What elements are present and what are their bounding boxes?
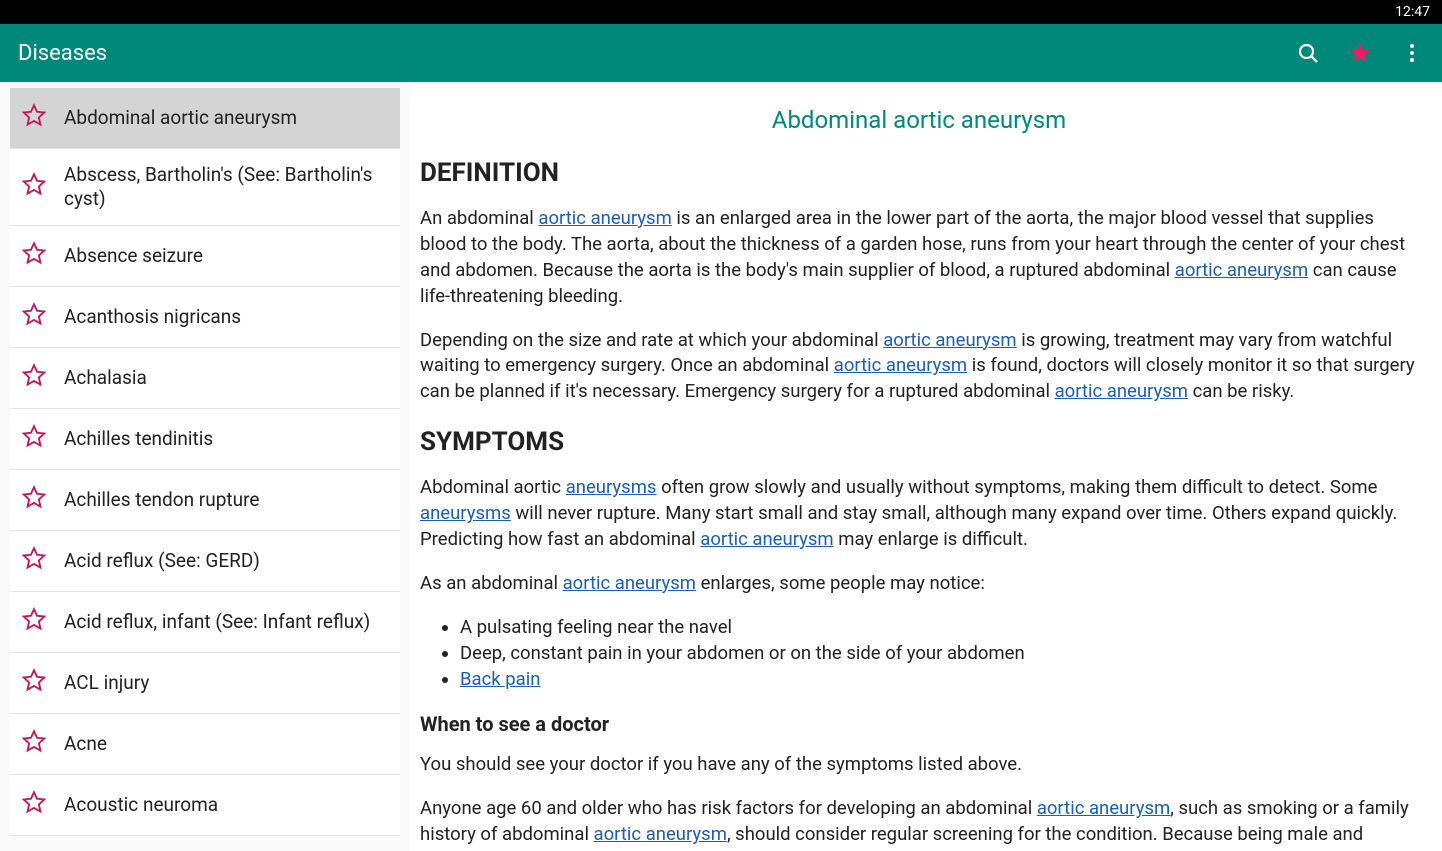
disease-list[interactable]: Abdominal aortic aneurysm Abscess, Bartho…: [0, 82, 410, 851]
more-vert-icon[interactable]: [1400, 41, 1424, 65]
sidebar-item-disease[interactable]: Acoustic neuroma: [10, 775, 400, 836]
star-outline-icon[interactable]: [20, 171, 64, 203]
sidebar-item-disease[interactable]: Acid reflux (See: GERD): [10, 531, 400, 592]
disease-label: Achilles tendon rupture: [64, 488, 259, 512]
list-item: A pulsating feeling near the navel: [460, 615, 1418, 641]
definition-para-1: An abdominal aortic aneurysm is an enlar…: [420, 206, 1418, 310]
star-outline-icon[interactable]: [20, 484, 64, 516]
link-aortic-aneurysm[interactable]: aortic aneurysm: [700, 528, 833, 550]
link-aortic-aneurysm[interactable]: aortic aneurysm: [594, 823, 727, 845]
sidebar-item-disease[interactable]: Abscess, Bartholin's (See: Bartholin's c…: [10, 149, 400, 226]
list-item: Back pain: [460, 667, 1418, 693]
sidebar-item-disease[interactable]: Absence seizure: [10, 226, 400, 287]
symptoms-para-1: Abdominal aortic aneurysms often grow sl…: [420, 475, 1418, 553]
link-aortic-aneurysm[interactable]: aortic aneurysm: [834, 354, 967, 376]
link-aortic-aneurysm[interactable]: aortic aneurysm: [563, 572, 696, 594]
star-outline-icon[interactable]: [20, 102, 64, 134]
heading-definition: DEFINITION: [420, 158, 1418, 188]
disease-label: Abscess, Bartholin's (See: Bartholin's c…: [64, 163, 390, 211]
sidebar-item-disease[interactable]: Abdominal aortic aneurysm: [10, 88, 400, 149]
main: Abdominal aortic aneurysm Abscess, Bartho…: [0, 82, 1442, 851]
app-bar: Diseases: [0, 24, 1442, 82]
star-outline-icon[interactable]: [20, 362, 64, 394]
disease-label: Acne: [64, 732, 107, 756]
doctor-para-2: Anyone age 60 and older who has risk fac…: [420, 796, 1418, 851]
status-time: 12:47: [1395, 4, 1430, 20]
definition-para-2: Depending on the size and rate at which …: [420, 328, 1418, 406]
sidebar-item-disease[interactable]: Acid reflux, infant (See: Infant reflux): [10, 592, 400, 653]
sidebar-item-disease[interactable]: ACL injury: [10, 653, 400, 714]
star-outline-icon[interactable]: [20, 423, 64, 455]
app-title: Diseases: [18, 41, 1296, 66]
disease-label: Absence seizure: [64, 244, 203, 268]
sidebar-item-disease[interactable]: Achilles tendon rupture: [10, 470, 400, 531]
doctor-para-1: You should see your doctor if you have a…: [420, 752, 1418, 778]
list-item: Deep, constant pain in your abdomen or o…: [460, 641, 1418, 667]
status-bar: 12:47: [0, 0, 1442, 24]
star-outline-icon[interactable]: [20, 606, 64, 638]
disease-label: Achalasia: [64, 366, 147, 390]
article-content[interactable]: Abdominal aortic aneurysm DEFINITION An …: [410, 82, 1442, 851]
link-aneurysms[interactable]: aneurysms: [420, 502, 511, 524]
link-aortic-aneurysm[interactable]: aortic aneurysm: [883, 329, 1016, 351]
sidebar-item-disease[interactable]: Achalasia: [10, 348, 400, 409]
disease-label: ACL injury: [64, 671, 149, 695]
link-aortic-aneurysm[interactable]: aortic aneurysm: [1055, 380, 1188, 402]
sidebar-item-disease[interactable]: Acne: [10, 714, 400, 775]
search-icon[interactable]: [1296, 41, 1320, 65]
symptoms-para-2: As an abdominal aortic aneurysm enlarges…: [420, 571, 1418, 597]
disease-label: Abdominal aortic aneurysm: [64, 106, 297, 130]
heading-symptoms: SYMPTOMS: [420, 427, 1418, 457]
star-outline-icon[interactable]: [20, 728, 64, 760]
favorite-star-icon[interactable]: [1348, 41, 1372, 65]
sidebar-item-disease[interactable]: Achilles tendinitis: [10, 409, 400, 470]
link-aortic-aneurysm[interactable]: aortic aneurysm: [1037, 797, 1170, 819]
star-outline-icon[interactable]: [20, 545, 64, 577]
disease-label: Acoustic neuroma: [64, 793, 218, 817]
disease-label: Acid reflux (See: GERD): [64, 549, 260, 573]
star-outline-icon[interactable]: [20, 301, 64, 333]
disease-label: Acid reflux, infant (See: Infant reflux): [64, 610, 370, 634]
star-outline-icon[interactable]: [20, 789, 64, 821]
star-outline-icon[interactable]: [20, 240, 64, 272]
symptoms-list: A pulsating feeling near the navel Deep,…: [460, 615, 1418, 693]
sidebar-item-disease[interactable]: Acanthosis nigricans: [10, 287, 400, 348]
article-title: Abdominal aortic aneurysm: [420, 106, 1418, 134]
link-aortic-aneurysm[interactable]: aortic aneurysm: [538, 207, 671, 229]
link-back-pain[interactable]: Back pain: [460, 668, 540, 690]
disease-label: Achilles tendinitis: [64, 427, 213, 451]
link-aneurysms[interactable]: aneurysms: [566, 476, 657, 498]
heading-when-doctor: When to see a doctor: [420, 712, 1418, 736]
disease-label: Acanthosis nigricans: [64, 305, 241, 329]
app-actions: [1296, 41, 1424, 65]
link-aortic-aneurysm[interactable]: aortic aneurysm: [1175, 259, 1308, 281]
star-outline-icon[interactable]: [20, 667, 64, 699]
